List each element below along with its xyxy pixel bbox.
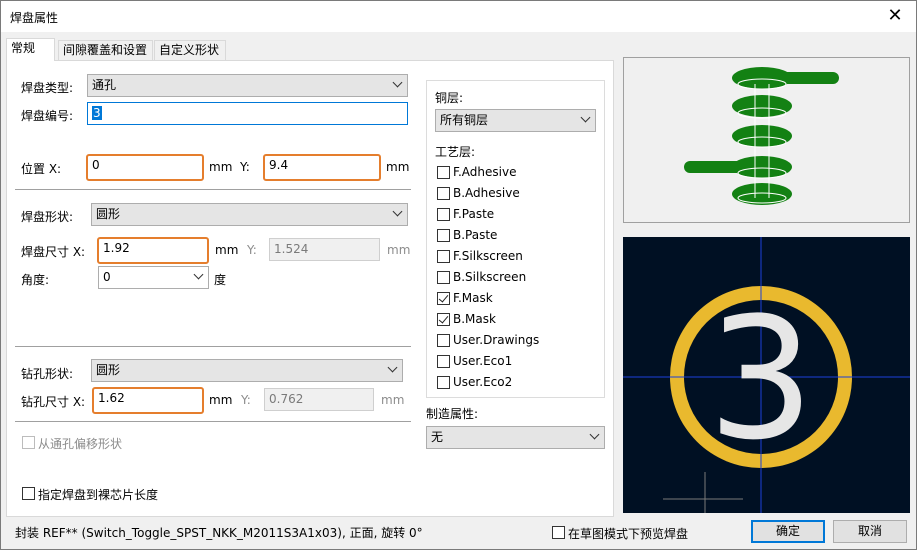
- pad-number-value: 3: [92, 106, 102, 120]
- drill-size-x-label: 钻孔尺寸 X:: [21, 395, 86, 409]
- tech-layer-label: 工艺层:: [435, 145, 476, 159]
- pad-size-y-input: 1.524: [269, 238, 380, 261]
- layer-checkbox[interactable]: [437, 355, 450, 368]
- layer-checkbox[interactable]: [437, 166, 450, 179]
- pad-shape-select[interactable]: 圆形: [91, 203, 408, 226]
- pad-size-y-label: Y:: [247, 243, 257, 257]
- layer-checkbox[interactable]: [437, 208, 450, 221]
- fab-property-value: 无: [431, 430, 444, 444]
- offset-label: 从通孔偏移形状: [38, 437, 123, 451]
- layer-label: B.Mask: [453, 312, 496, 326]
- drill-shape-select[interactable]: 圆形: [91, 359, 403, 382]
- title-bar: 焊盘属性 ✕: [1, 1, 916, 32]
- pad-number-label: 3: [708, 281, 815, 477]
- copper-layer-label: 铜层:: [435, 91, 464, 105]
- offset-checkbox: [22, 436, 35, 449]
- footprint-status: 封装 REF** (Switch_Toggle_SPST_NKK_M2011S3…: [15, 526, 423, 540]
- tab-general[interactable]: 常规: [6, 38, 55, 61]
- layer-checkbox[interactable]: [437, 229, 450, 242]
- die-length-label: 指定焊盘到裸芯片长度: [38, 488, 159, 502]
- layer-label: B.Silkscreen: [453, 270, 527, 284]
- layer-checkbox[interactable]: [437, 313, 450, 326]
- layers-group: 铜层: 所有铜层 工艺层: F.Adhesive B.Adhesive F.Past…: [426, 80, 605, 398]
- layer-label: F.Paste: [453, 207, 495, 221]
- separator: [15, 346, 411, 347]
- drill-size-y-input: 0.762: [264, 388, 374, 411]
- die-length-checkbox[interactable]: [22, 487, 35, 500]
- layer-label: B.Paste: [453, 228, 498, 242]
- window-title: 焊盘属性: [10, 11, 59, 25]
- sketch-mode-label: 在草图模式下预览焊盘: [568, 527, 689, 541]
- pad-type-value: 通孔: [92, 78, 117, 92]
- position-y-label: Y:: [240, 160, 250, 174]
- separator: [15, 189, 411, 190]
- layer-label: F.Adhesive: [453, 165, 517, 179]
- fab-property-label: 制造属性:: [426, 407, 479, 421]
- position-y-input[interactable]: 9.4: [263, 154, 381, 181]
- pad-shape-value: 圆形: [96, 207, 121, 221]
- position-y-unit: mm: [386, 160, 410, 174]
- tab-custom-shape[interactable]: 自定义形状: [154, 40, 226, 60]
- pad-size-y-unit: mm: [387, 243, 411, 257]
- position-x-input[interactable]: 0: [86, 154, 204, 181]
- sketch-mode-checkbox[interactable]: [552, 526, 565, 539]
- copper-layer-select[interactable]: 所有铜层: [435, 109, 596, 132]
- drill-shape-label: 钻孔形状:: [21, 367, 74, 381]
- layer-label: B.Adhesive: [453, 186, 520, 200]
- layer-label: User.Drawings: [453, 333, 540, 347]
- drill-size-x-unit: mm: [209, 393, 233, 407]
- pad-number-input[interactable]: 3: [87, 102, 408, 125]
- chevron-down-icon: [193, 269, 204, 280]
- layer-label: F.Silkscreen: [453, 249, 523, 263]
- pad-shape-label: 焊盘形状:: [21, 210, 74, 224]
- angle-value: 0: [103, 270, 111, 284]
- angle-combo[interactable]: 0: [98, 266, 209, 289]
- footprint-graphic: [684, 67, 839, 205]
- chevron-down-icon: [387, 362, 398, 373]
- pad-type-label: 焊盘类型:: [21, 81, 74, 95]
- chevron-down-icon: [589, 429, 600, 440]
- layer-checkbox[interactable]: [437, 271, 450, 284]
- layer-checkbox[interactable]: [437, 292, 450, 305]
- chevron-down-icon: [392, 206, 403, 217]
- footprint-preview: [623, 57, 910, 223]
- chevron-down-icon: [580, 112, 591, 123]
- close-icon[interactable]: ✕: [881, 3, 909, 29]
- pad-number-label: 焊盘编号:: [21, 109, 74, 123]
- layer-checkbox[interactable]: [437, 376, 450, 389]
- tab-clearance[interactable]: 间隙覆盖和设置: [58, 40, 153, 60]
- drill-size-y-unit: mm: [381, 393, 405, 407]
- pad-size-x-unit: mm: [215, 243, 239, 257]
- drill-size-y-label: Y:: [241, 393, 251, 407]
- angle-unit: 度: [214, 273, 227, 287]
- layer-checkbox[interactable]: [437, 250, 450, 263]
- layer-label: F.Mask: [453, 291, 493, 305]
- copper-layer-value: 所有铜层: [440, 113, 489, 127]
- pad-type-select[interactable]: 通孔: [87, 74, 408, 97]
- position-x-label: 位置 X:: [21, 162, 62, 176]
- cancel-button[interactable]: 取消: [833, 520, 907, 543]
- drill-shape-value: 圆形: [96, 363, 121, 377]
- pad-size-x-input[interactable]: 1.92: [97, 237, 209, 264]
- separator: [15, 421, 411, 422]
- pad-graphic: 3: [623, 237, 910, 513]
- ok-button[interactable]: 确定: [751, 520, 825, 543]
- pad-size-x-label: 焊盘尺寸 X:: [21, 245, 86, 259]
- position-x-unit: mm: [209, 160, 233, 174]
- pad-preview: 3: [623, 237, 910, 513]
- pad-properties-dialog: 焊盘属性 ✕ 常规 间隙覆盖和设置 自定义形状 焊盘类型: 通孔 焊盘编号: 3…: [0, 0, 917, 550]
- layer-label: User.Eco2: [453, 375, 513, 389]
- layer-checkbox[interactable]: [437, 334, 450, 347]
- layer-label: User.Eco1: [453, 354, 513, 368]
- fab-property-select[interactable]: 无: [426, 426, 605, 449]
- layer-checkbox[interactable]: [437, 187, 450, 200]
- chevron-down-icon: [392, 77, 403, 88]
- drill-size-x-input[interactable]: 1.62: [92, 387, 204, 414]
- angle-label: 角度:: [21, 273, 50, 287]
